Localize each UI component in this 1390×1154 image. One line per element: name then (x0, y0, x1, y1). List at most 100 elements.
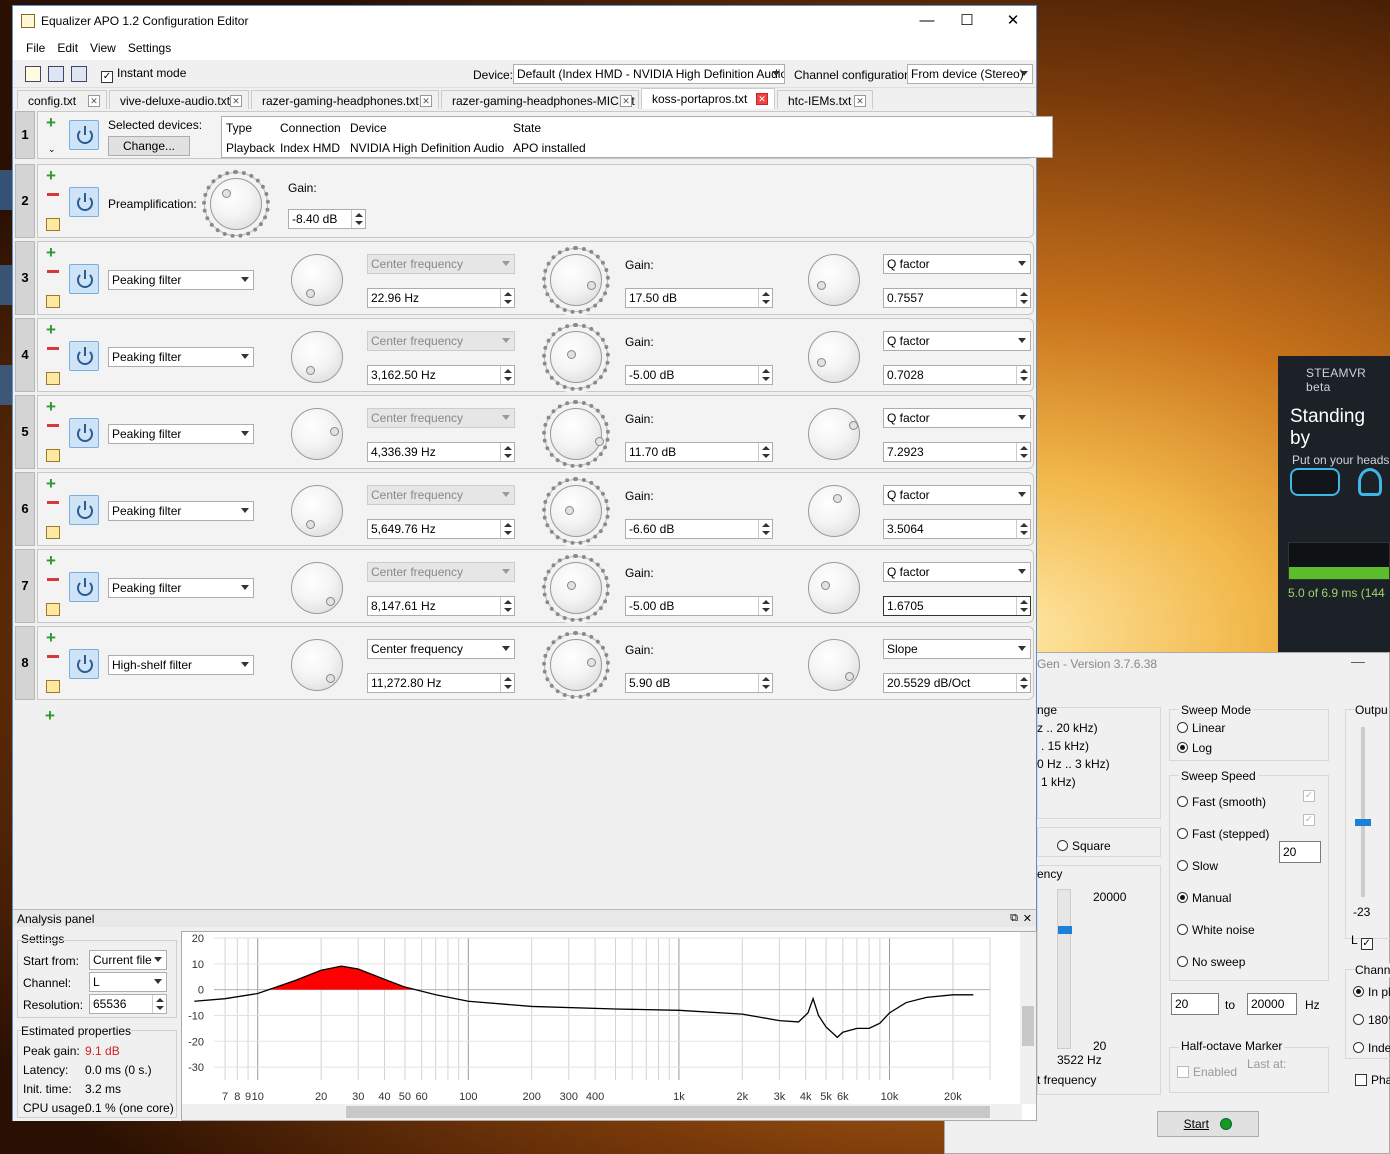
sweep-log-radio[interactable]: Log (1177, 741, 1212, 755)
frequency-slider-thumb[interactable] (1058, 926, 1072, 934)
q-mode-dropdown[interactable]: Q factor (883, 562, 1031, 582)
gain-knob[interactable] (542, 631, 610, 699)
headset-icon[interactable] (1290, 468, 1340, 496)
close-tab-icon[interactable]: ✕ (420, 95, 432, 107)
add-filter-icon[interactable]: + (46, 475, 56, 492)
add-filter-icon[interactable]: + (46, 114, 56, 131)
close-tab-icon[interactable]: ✕ (756, 93, 768, 105)
frequency-spinbox[interactable]: 3,162.50 Hz (367, 365, 515, 385)
filter-type-dropdown[interactable]: Peaking filter (108, 270, 254, 290)
phase-180-radio[interactable]: 180° (1353, 1013, 1390, 1027)
output-left-checkbox[interactable]: L ✓ (1351, 933, 1377, 950)
half-octave-enabled-checkbox[interactable]: Enabled (1177, 1065, 1237, 1079)
frequency-mode-dropdown[interactable]: Center frequency (367, 331, 515, 351)
frequency-spinbox[interactable]: 5,649.76 Hz (367, 519, 515, 539)
power-toggle-icon[interactable] (69, 120, 99, 150)
add-filter-icon[interactable]: + (46, 552, 56, 569)
frequency-knob[interactable] (291, 639, 343, 691)
edit-icon[interactable] (46, 526, 60, 539)
add-filter-icon[interactable]: + (46, 244, 56, 261)
square-radio[interactable]: Square (1057, 839, 1111, 853)
sweep-to-input[interactable]: 20000 (1247, 993, 1297, 1015)
edit-icon[interactable] (46, 218, 60, 231)
q-knob[interactable] (808, 254, 860, 306)
close-button[interactable]: ✕ (999, 10, 1027, 34)
range-option[interactable]: 0 Hz .. 3 kHz) (1037, 757, 1110, 771)
desktop-icon[interactable] (0, 265, 12, 305)
frequency-knob[interactable] (291, 331, 343, 383)
remove-filter-icon[interactable] (47, 193, 59, 196)
step-spinbox[interactable]: 20 (1279, 841, 1321, 863)
horizontal-scrollbar[interactable] (182, 1104, 1022, 1120)
close-tab-icon[interactable]: ✕ (620, 95, 632, 107)
table-cell[interactable]: Playback (226, 141, 275, 155)
power-toggle-icon[interactable] (69, 264, 99, 294)
q-mode-dropdown[interactable]: Q factor (883, 485, 1031, 505)
device-dropdown[interactable]: Default (Index HMD - NVIDIA High Definit… (513, 64, 785, 84)
gain-knob[interactable] (542, 400, 610, 468)
close-panel-icon[interactable]: ✕ (1023, 912, 1032, 925)
output-level-slider[interactable] (1355, 727, 1371, 897)
menu-settings[interactable]: Settings (122, 38, 177, 60)
q-knob[interactable] (808, 408, 860, 460)
q-mode-dropdown[interactable]: Q factor (883, 331, 1031, 351)
table-cell[interactable]: NVIDIA High Definition Audio (350, 141, 504, 155)
frequency-knob[interactable] (291, 254, 343, 306)
filter-type-dropdown[interactable]: Peaking filter (108, 347, 254, 367)
q-mode-dropdown[interactable]: Slope (883, 639, 1031, 659)
gain-spinbox[interactable]: 5.90 dB (625, 673, 773, 693)
frequency-knob[interactable] (291, 408, 343, 460)
float-panel-icon[interactable]: ⧉ (1010, 912, 1018, 925)
close-tab-icon[interactable]: ✕ (230, 95, 242, 107)
add-filter-icon[interactable]: + (46, 167, 56, 184)
sweep-from-input[interactable]: 20 (1171, 993, 1219, 1015)
scroll-thumb[interactable] (346, 1106, 990, 1118)
power-toggle-icon[interactable] (69, 341, 99, 371)
frequency-knob[interactable] (291, 485, 343, 537)
phase-checkbox[interactable]: Pha (1355, 1073, 1390, 1087)
output-level-thumb[interactable] (1355, 819, 1371, 826)
q-knob[interactable] (808, 562, 860, 614)
preamp-knob[interactable] (202, 170, 270, 238)
filter-type-dropdown[interactable]: High-shelf filter (108, 655, 254, 675)
remove-filter-icon[interactable] (47, 501, 59, 504)
close-tab-icon[interactable]: ✕ (88, 95, 100, 107)
resolution-spinbox[interactable]: 65536 (89, 994, 167, 1014)
menu-edit[interactable]: Edit (51, 38, 84, 60)
filter-type-dropdown[interactable]: Peaking filter (108, 578, 254, 598)
desktop-icon[interactable] (0, 170, 12, 210)
power-toggle-icon[interactable] (69, 418, 99, 448)
table-cell[interactable]: Index HMD (280, 141, 340, 155)
filter-type-dropdown[interactable]: Peaking filter (108, 424, 254, 444)
save-icon[interactable] (48, 66, 64, 82)
independent-radio[interactable]: Inde (1353, 1041, 1390, 1055)
frequency-slider[interactable] (1057, 889, 1072, 1049)
filter-type-dropdown[interactable]: Peaking filter (108, 501, 254, 521)
tab-razer-gaming-headphones[interactable]: razer-gaming-headphones.txt ✕ (251, 90, 439, 110)
q-mode-dropdown[interactable]: Q factor (883, 408, 1031, 428)
frequency-spinbox[interactable]: 22.96 Hz (367, 288, 515, 308)
speed-no-sweep-radio[interactable]: No sweep (1177, 955, 1245, 969)
frequency-mode-dropdown[interactable]: Center frequency (367, 639, 515, 659)
gain-spinbox[interactable]: -6.60 dB (625, 519, 773, 539)
frequency-response-plot[interactable]: 20 10 0 -10 -20 -30 7 8 9 10 20 30 40 50 60 100 200 300 40… (181, 931, 1037, 1121)
vertical-scrollbar[interactable] (1020, 932, 1036, 1104)
gain-spinbox[interactable]: -5.00 dB (625, 596, 773, 616)
frequency-mode-dropdown[interactable]: Center frequency (367, 408, 515, 428)
smooth-checkbox[interactable]: ✓ (1303, 785, 1319, 802)
q-spinbox[interactable]: 0.7028 (883, 365, 1031, 385)
frequency-spinbox[interactable]: 8,147.61 Hz (367, 596, 515, 616)
edit-icon[interactable] (46, 295, 60, 308)
in-phase-radio[interactable]: In ph (1353, 985, 1390, 999)
tab-razer-gaming-headphones-MIC[interactable]: razer-gaming-headphones-MIC.txt ✕ (441, 90, 639, 110)
q-spinbox[interactable]: 3.5064 (883, 519, 1031, 539)
controller-icon[interactable] (1358, 468, 1382, 496)
add-filter-icon[interactable]: + (46, 629, 56, 646)
q-knob[interactable] (808, 639, 860, 691)
q-knob[interactable] (808, 485, 860, 537)
range-option[interactable]: . 15 kHz) (1041, 739, 1089, 753)
maximize-button[interactable]: ☐ (953, 10, 981, 34)
save-as-icon[interactable] (71, 66, 87, 82)
frequency-mode-dropdown[interactable]: Center frequency (367, 485, 515, 505)
frequency-mode-dropdown[interactable]: Center frequency (367, 562, 515, 582)
